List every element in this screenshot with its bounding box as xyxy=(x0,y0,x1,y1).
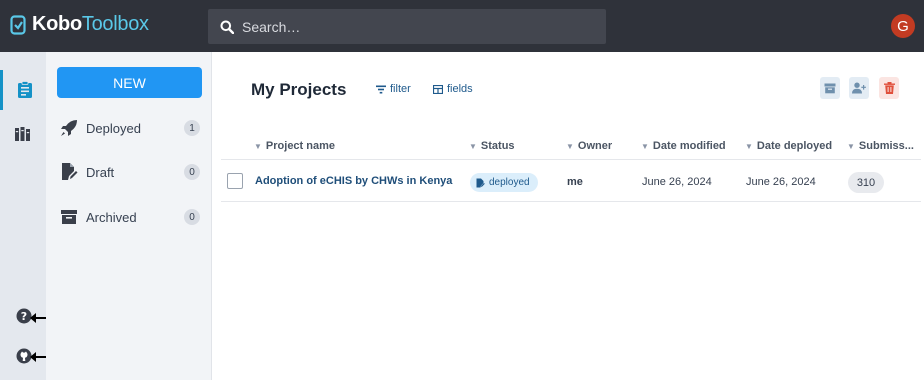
kobotoolbox-logo[interactable]: KoboToolbox xyxy=(10,13,149,36)
svg-text:?: ? xyxy=(21,310,27,323)
library-icon xyxy=(15,127,30,141)
archive-icon xyxy=(58,207,80,227)
top-bar: KoboToolbox G xyxy=(0,0,924,52)
owner-cell: me xyxy=(567,176,583,188)
search-icon xyxy=(220,20,234,34)
trash-icon xyxy=(883,82,895,94)
deployed-status-icon xyxy=(476,178,485,187)
project-name-link[interactable]: Adoption of eCHIS by CHWs in Kenya xyxy=(255,175,452,187)
column-header-date-deployed[interactable]: ▼ Date deployed xyxy=(745,140,832,152)
user-avatar[interactable]: G xyxy=(891,14,915,38)
draft-icon xyxy=(58,162,80,182)
column-header-submissions[interactable]: ▼ Submiss... xyxy=(847,140,914,152)
sidebar-item-draft[interactable]: Draft 0 xyxy=(58,160,200,184)
table-row[interactable]: Adoption of eCHIS by CHWs in Kenya deplo… xyxy=(221,162,921,202)
sidebar-item-label: Archived xyxy=(86,209,137,225)
new-project-button[interactable]: NEW xyxy=(57,67,202,98)
page-title: My Projects xyxy=(251,80,347,99)
rail-library[interactable] xyxy=(0,114,46,154)
row-checkbox[interactable] xyxy=(227,173,243,189)
table-header: ▼ Project name ▼ Status ▼ Owner ▼ Date modif… xyxy=(221,134,921,160)
logo-text: KoboToolbox xyxy=(32,13,149,35)
rail-projects[interactable] xyxy=(0,70,46,110)
count-badge: 0 xyxy=(184,164,200,180)
date-deployed-cell: June 26, 2024 xyxy=(746,176,816,188)
logo-mark-icon xyxy=(10,14,26,35)
column-header-project-name[interactable]: ▼ Project name xyxy=(254,140,335,152)
projects-icon xyxy=(17,81,32,98)
search-input[interactable] xyxy=(242,18,582,35)
column-header-owner[interactable]: ▼ Owner xyxy=(566,140,612,152)
share-project-button[interactable] xyxy=(849,77,869,99)
sidebar-item-label: Draft xyxy=(86,164,115,180)
fields-button[interactable]: fields xyxy=(433,83,473,95)
archive-button[interactable] xyxy=(820,77,840,99)
fields-label: fields xyxy=(447,83,473,95)
add-user-icon xyxy=(852,82,866,94)
fields-icon xyxy=(433,84,443,94)
count-badge: 0 xyxy=(184,209,200,225)
count-badge: 1 xyxy=(184,120,200,136)
sidebar-item-label: Deployed xyxy=(86,120,141,136)
icon-rail: ? xyxy=(0,52,46,380)
column-header-date-modified[interactable]: ▼ Date modified xyxy=(641,140,726,152)
column-header-status[interactable]: ▼ Status xyxy=(469,140,515,152)
sidebar-item-archived[interactable]: Archived 0 xyxy=(58,205,200,229)
submissions-count-badge: 310 xyxy=(848,172,884,193)
filter-icon xyxy=(376,85,386,93)
rocket-icon xyxy=(58,118,80,138)
status-badge: deployed xyxy=(470,173,538,192)
archive-icon xyxy=(824,83,836,93)
date-modified-cell: June 26, 2024 xyxy=(642,176,712,188)
filter-button[interactable]: filter xyxy=(376,83,411,95)
project-sidebar: NEW Deployed 1 Draft 0 Archived 0 xyxy=(46,52,212,380)
filter-label: filter xyxy=(390,83,411,95)
sidebar-item-deployed[interactable]: Deployed 1 xyxy=(58,116,200,140)
main-content: My Projects filter fields ▼ Project name… xyxy=(213,52,924,380)
search-bar[interactable] xyxy=(208,9,606,44)
delete-button[interactable] xyxy=(879,77,899,99)
